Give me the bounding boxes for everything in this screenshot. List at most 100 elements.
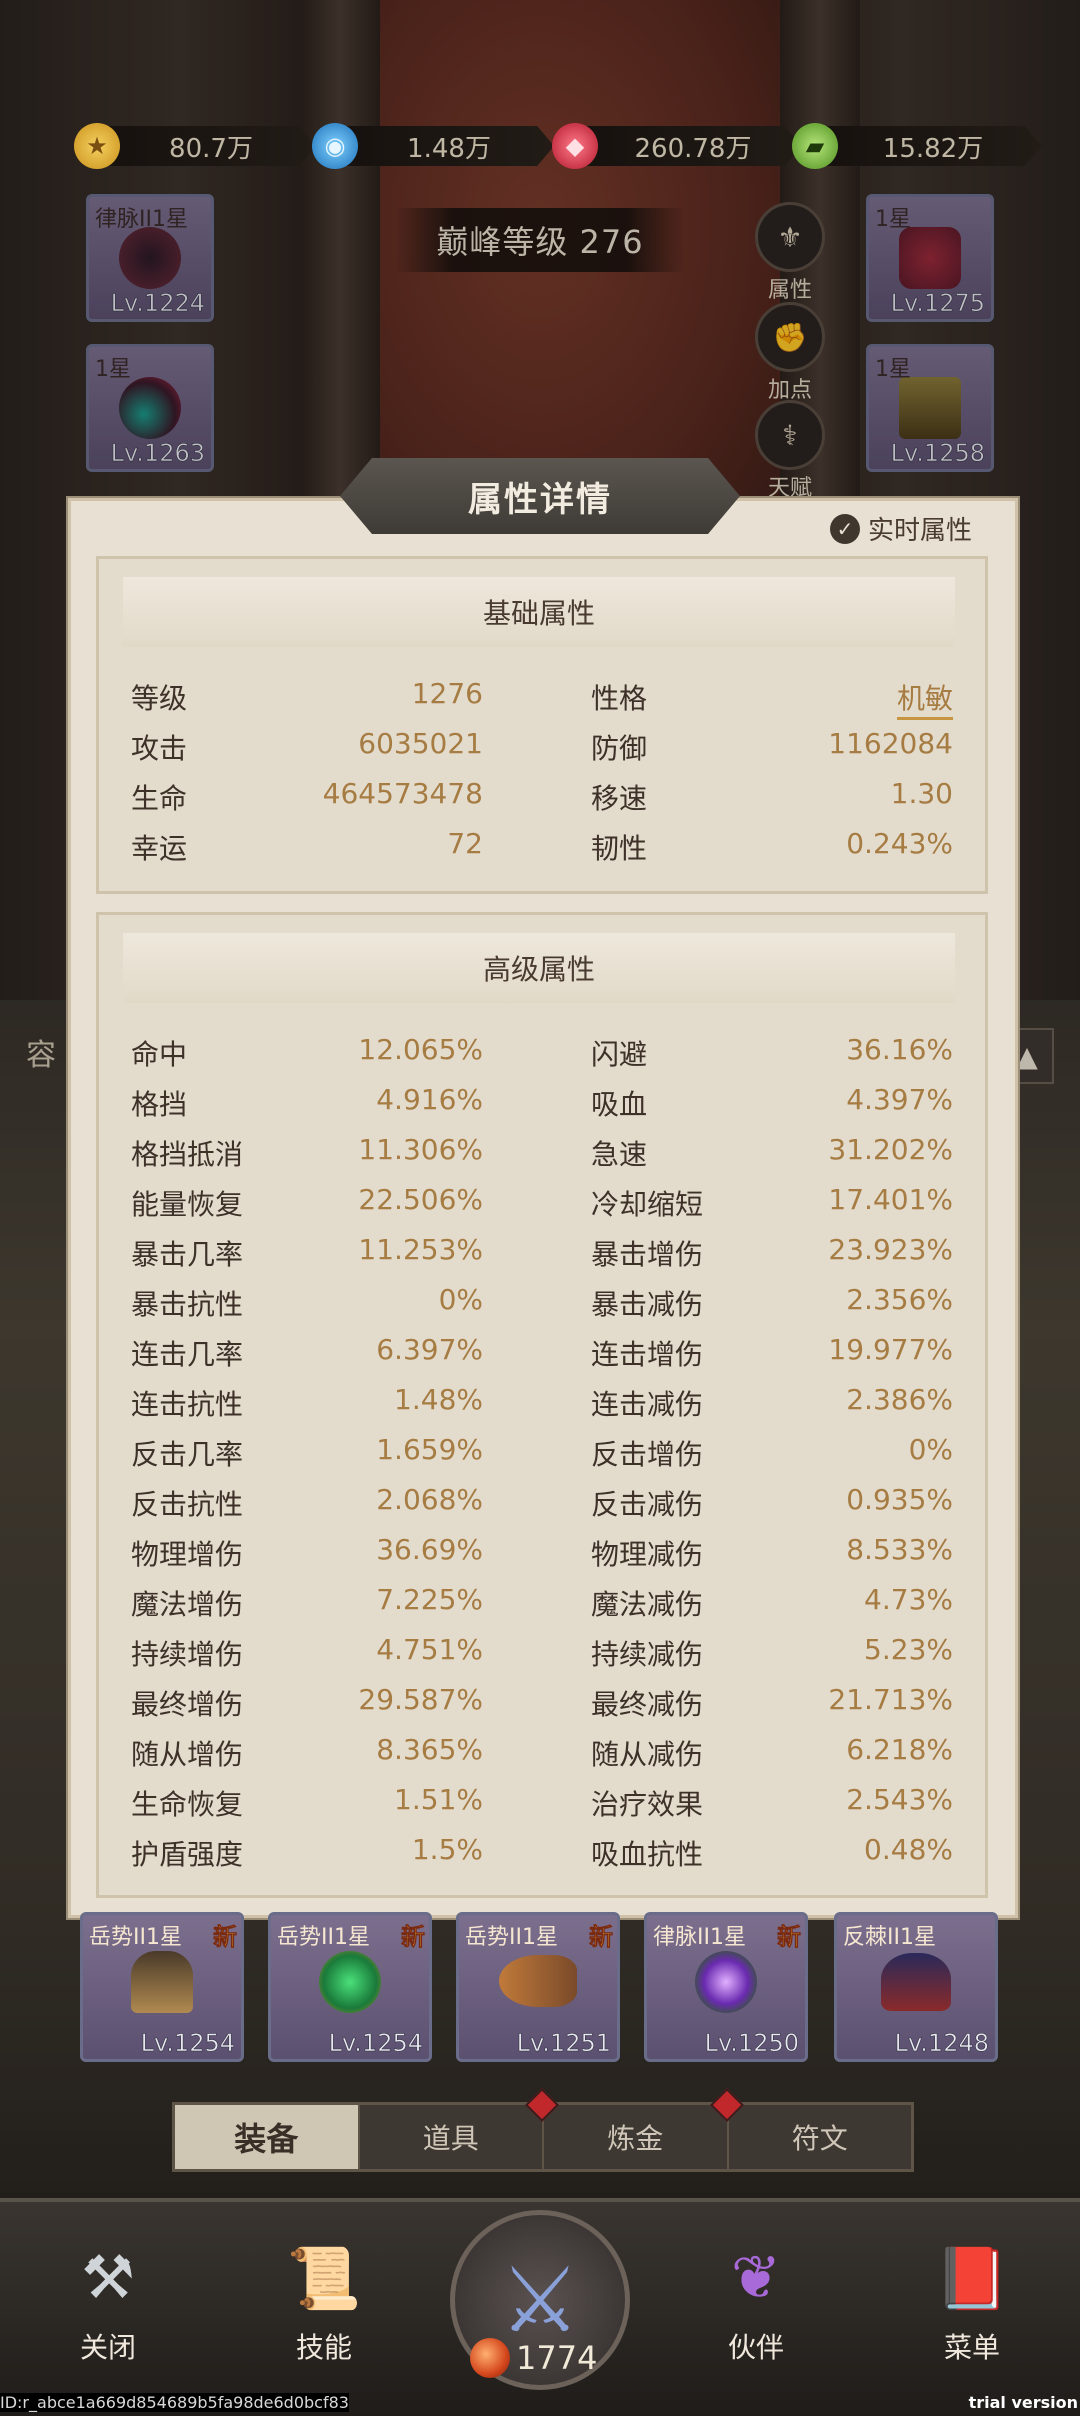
attribute-value: 0.935%	[846, 1483, 953, 1516]
equip-slot-hat[interactable]: 反棘II1星 Lv.1248	[834, 1912, 998, 2062]
attribute-row: 护盾强度 1.5% 吸血抗性 0.48%	[131, 1833, 953, 1883]
attribute-row: 暴击抗性 0% 暴击减伤 2.356%	[131, 1283, 953, 1333]
attribute-value: 1276	[411, 677, 483, 710]
realtime-attribute-toggle[interactable]: ✓ 实时属性	[830, 510, 972, 547]
attribute-name: 魔法增伤	[131, 1588, 244, 1621]
tab-label: 装备	[234, 2120, 299, 2158]
equip-slot-helmet[interactable]: 岳势II1星 新 Lv.1254	[80, 1912, 244, 2062]
red-gem-icon: ◆	[552, 123, 598, 169]
attribute-name: 等级	[131, 682, 188, 715]
tab-alchemy[interactable]: 炼金	[544, 2088, 744, 2169]
slot-level: Lv.1254	[140, 2029, 235, 2058]
attribute-value: 4.397%	[846, 1083, 953, 1116]
attribute-name: 冷却缩短	[591, 1188, 704, 1221]
nav-partner-label: 伙伴	[727, 2331, 784, 2364]
tab-equipment[interactable]: 装备	[175, 2105, 360, 2169]
trial-watermark: trial version	[968, 2393, 1078, 2412]
attribute-name: 格挡抵消	[131, 1138, 244, 1171]
attribute-value: 464573478	[322, 777, 483, 810]
nav-menu-label: 菜单	[943, 2331, 1000, 2364]
attribute-value: 6.218%	[846, 1733, 953, 1766]
tab-items[interactable]: 道具	[360, 2088, 559, 2169]
attribute-value: 8.533%	[846, 1533, 953, 1566]
nav-menu[interactable]: 📕 菜单	[902, 2230, 1042, 2366]
attribute-row: 生命恢复 1.51% 治疗效果 2.543%	[131, 1783, 953, 1833]
attribute-row: 攻击 6035021 防御 1162084	[131, 727, 953, 777]
attribute-name: 持续减伤	[591, 1638, 704, 1671]
attribute-name: 吸血抗性	[591, 1838, 704, 1871]
attribute-value: 0.48%	[864, 1833, 953, 1866]
slot-level: Lv.1250	[704, 2029, 799, 2058]
attribute-name: 连击增伤	[591, 1338, 704, 1371]
attribute-name: 韧性	[591, 832, 648, 865]
attribute-name: 性格	[591, 682, 648, 715]
attribute-value: 1.30	[890, 777, 953, 810]
ring-item-icon	[695, 1951, 757, 2013]
new-badge: 新	[401, 1923, 426, 1952]
nav-close-label: 关闭	[79, 2331, 136, 2364]
equip-slot-necklace[interactable]: 岳势II1星 新 Lv.1254	[268, 1912, 432, 2062]
tab-label: 炼金	[607, 2122, 664, 2155]
attribute-value: 2.386%	[846, 1383, 953, 1416]
attribute-value: 36.16%	[846, 1033, 953, 1066]
attribute-name: 生命	[131, 782, 188, 815]
skill-scroll-icon: 📜	[286, 2243, 362, 2314]
nav-partner[interactable]: ❦ 伙伴	[686, 2230, 826, 2366]
check-icon: ✓	[830, 513, 860, 544]
attribute-name: 最终减伤	[591, 1688, 704, 1721]
attribute-name: 魔法减伤	[591, 1588, 704, 1621]
attribute-value: 19.977%	[828, 1333, 953, 1366]
attribute-name: 物理减伤	[591, 1538, 704, 1571]
attribute-value: 5.23%	[864, 1633, 953, 1666]
attribute-name: 吸血	[591, 1088, 648, 1121]
attribute-name: 能量恢复	[131, 1188, 244, 1221]
attribute-row: 连击抗性 1.48% 连击减伤 2.386%	[131, 1383, 953, 1433]
slot-level: Lv.1251	[516, 2029, 611, 2058]
attribute-name: 生命恢复	[131, 1788, 244, 1821]
attribute-name: 连击减伤	[591, 1388, 704, 1421]
new-badge: 新	[589, 1923, 614, 1952]
attribute-row: 最终增伤 29.587% 最终减伤 21.713%	[131, 1683, 953, 1733]
attribute-value: 17.401%	[828, 1183, 953, 1216]
attribute-value: 2.356%	[846, 1283, 953, 1316]
attribute-value: 4.73%	[864, 1583, 953, 1616]
nav-skills[interactable]: 📜 技能	[254, 2230, 394, 2366]
attribute-name: 物理增伤	[131, 1538, 244, 1571]
basic-attributes-section: 基础属性 等级 1276 性格 机敏 攻击 6035021 防御 1162084 生命 46457…	[96, 556, 988, 894]
blue-orb-icon: ◉	[312, 123, 358, 169]
attribute-row: 暴击几率 11.253% 暴击增伤 23.923%	[131, 1233, 953, 1283]
new-badge: 新	[213, 1923, 238, 1952]
gold-coin-icon: ★	[74, 123, 120, 169]
tab-label: 符文	[791, 2122, 848, 2155]
attribute-value: 36.69%	[376, 1533, 483, 1566]
attribute-name: 闪避	[591, 1038, 648, 1071]
attribute-row: 物理增伤 36.69% 物理减伤 8.533%	[131, 1533, 953, 1583]
attribute-value: 0%	[908, 1433, 953, 1466]
attribute-value: 8.365%	[376, 1733, 483, 1766]
attribute-row: 格挡 4.916% 吸血 4.397%	[131, 1083, 953, 1133]
attribute-name: 急速	[591, 1138, 648, 1171]
attribute-value: 2.543%	[846, 1783, 953, 1816]
attribute-name: 随从减伤	[591, 1738, 704, 1771]
nav-close[interactable]: ⚒ 关闭	[38, 2230, 178, 2366]
equip-slot-fish[interactable]: 岳势II1星 新 Lv.1251	[456, 1912, 620, 2062]
attribute-row: 能量恢复 22.506% 冷却缩短 17.401%	[131, 1183, 953, 1233]
equip-slot-ring[interactable]: 律脉II1星 新 Lv.1250	[644, 1912, 808, 2062]
crossed-tools-icon: ⚒	[81, 2243, 135, 2313]
attribute-name: 反击增伤	[591, 1438, 704, 1471]
attribute-name: 持续增伤	[131, 1638, 244, 1671]
attribute-value: 1.48%	[394, 1383, 483, 1416]
attribute-value: 72	[447, 827, 483, 860]
attribute-row: 等级 1276 性格 机敏	[131, 677, 953, 727]
attribute-row: 魔法增伤 7.225% 魔法减伤 4.73%	[131, 1583, 953, 1633]
tab-runes[interactable]: 符文	[729, 2105, 912, 2169]
attribute-name: 暴击增伤	[591, 1238, 704, 1271]
attribute-name: 命中	[131, 1038, 188, 1071]
fire-orb-icon	[470, 2338, 510, 2378]
helmet-item-icon	[131, 1951, 193, 2013]
basic-attributes-title: 基础属性	[123, 577, 955, 647]
attribute-value: 0%	[438, 1283, 483, 1316]
attribute-name: 连击抗性	[131, 1388, 244, 1421]
attribute-name: 防御	[591, 732, 648, 765]
attribute-name: 反击几率	[131, 1438, 244, 1471]
